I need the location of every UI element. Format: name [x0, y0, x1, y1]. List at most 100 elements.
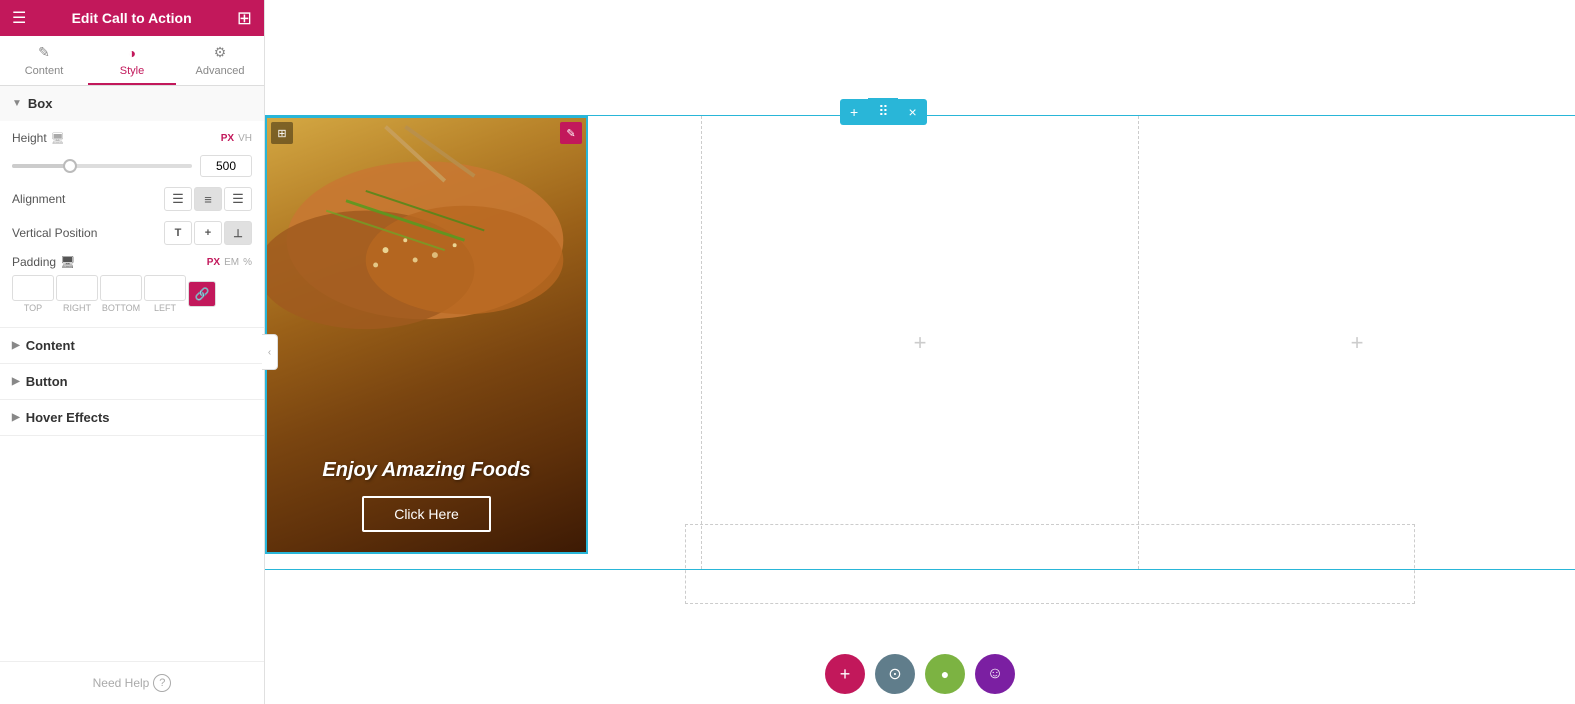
- box-section-content: Height 🖥 PX VH: [0, 121, 264, 327]
- box-section: ▼ Box Height 🖥 PX VH: [0, 86, 264, 328]
- padding-right-input[interactable]: [56, 275, 98, 301]
- food-title: Enjoy Amazing Foods: [322, 459, 530, 482]
- padding-left-input[interactable]: [144, 275, 186, 301]
- need-help: Need Help ?: [0, 661, 264, 704]
- vert-middle-btn[interactable]: +: [194, 221, 222, 245]
- align-left-btn[interactable]: ☰: [164, 187, 192, 211]
- add-fab[interactable]: +: [825, 654, 865, 694]
- hover-section-label: Hover Effects: [26, 410, 110, 425]
- padding-unit-em[interactable]: EM: [224, 257, 239, 268]
- height-slider-track[interactable]: [12, 164, 192, 168]
- box-section-header[interactable]: ▼ Box: [0, 86, 264, 121]
- close-widget-btn[interactable]: ×: [898, 99, 926, 125]
- canvas-area: + ⠿ ×: [265, 0, 1575, 704]
- content-section-header[interactable]: ▶ Content: [0, 328, 264, 363]
- card-drag-icon[interactable]: ⊞: [271, 122, 293, 144]
- tab-advanced[interactable]: ⚙ Advanced: [176, 36, 264, 85]
- unit-vh[interactable]: VH: [238, 133, 252, 144]
- add-widget-btn[interactable]: +: [840, 99, 868, 125]
- content-section-label: Content: [26, 338, 75, 353]
- padding-unit-px[interactable]: PX: [207, 257, 220, 268]
- left-panel: ☰ Edit Call to Action ⊞ ✎ Content ◑ Styl…: [0, 0, 265, 704]
- panel-content: ▼ Box Height 🖥 PX VH: [0, 86, 264, 661]
- padding-monitor-icon: 🖥: [60, 255, 75, 269]
- padding-inputs: TOP RIGHT BOTTOM LEFT 🔗: [12, 275, 252, 313]
- padding-top-wrap: TOP: [12, 275, 54, 313]
- monitor-icon: 🖥: [51, 132, 65, 145]
- layers-fab[interactable]: ⊙: [875, 654, 915, 694]
- hamburger-icon[interactable]: ☰: [12, 8, 26, 28]
- vert-top-btn[interactable]: T: [164, 221, 192, 245]
- padding-row: Padding 🖥 PX EM %: [12, 255, 252, 269]
- alignment-btn-group: ☰ ≡ ☰: [164, 187, 252, 211]
- height-label: Height 🖥: [12, 131, 221, 145]
- hover-effects-section: ▶ Hover Effects: [0, 400, 264, 436]
- height-units: PX VH: [221, 133, 252, 144]
- tab-advanced-label: Advanced: [196, 65, 245, 77]
- height-slider-thumb[interactable]: [63, 159, 77, 173]
- panel-header: ☰ Edit Call to Action ⊞: [0, 0, 264, 36]
- alignment-label: Alignment: [12, 192, 164, 206]
- food-cta-btn[interactable]: Click Here: [362, 496, 491, 532]
- button-collapse-arrow: ▶: [12, 376, 20, 387]
- content-collapse-arrow: ▶: [12, 340, 20, 351]
- padding-label: Padding 🖥: [12, 255, 207, 269]
- box-collapse-arrow: ▼: [12, 98, 22, 109]
- canvas-bottom-section: [685, 524, 1415, 604]
- tab-style-label: Style: [120, 65, 144, 77]
- button-section-label: Button: [26, 374, 68, 389]
- fab-group: + ⊙ ● ☺: [825, 654, 1015, 694]
- gear-icon: ⚙: [214, 44, 227, 61]
- padding-right-label: RIGHT: [63, 303, 91, 313]
- height-row: Height 🖥 PX VH: [12, 131, 252, 145]
- col1-plus: [593, 116, 643, 569]
- card-edit-icon[interactable]: ✎: [560, 122, 582, 144]
- align-center-btn[interactable]: ≡: [194, 187, 222, 211]
- box-section-label: Box: [28, 96, 53, 111]
- col3-add-icon[interactable]: +: [1351, 330, 1364, 356]
- food-illustration: [267, 118, 586, 422]
- food-card-bg: Enjoy Amazing Foods Click Here: [267, 118, 586, 552]
- panel-title: Edit Call to Action: [72, 10, 192, 26]
- padding-right-wrap: RIGHT: [56, 275, 98, 313]
- padding-bottom-wrap: BOTTOM: [100, 275, 142, 313]
- padding-bottom-label: BOTTOM: [102, 303, 140, 313]
- vertical-position-btn-group: T + ⊥: [164, 221, 252, 245]
- tab-content-label: Content: [25, 65, 64, 77]
- collapse-sidebar-btn[interactable]: ‹: [262, 334, 278, 370]
- padding-bottom-input[interactable]: [100, 275, 142, 301]
- grid-icon[interactable]: ⊞: [237, 8, 252, 29]
- height-slider-fill: [12, 164, 70, 168]
- food-card: Enjoy Amazing Foods Click Here ✎ ⊞: [265, 116, 588, 554]
- tab-style[interactable]: ◑ Style: [88, 36, 176, 85]
- hover-collapse-arrow: ▶: [12, 412, 20, 423]
- move-widget-btn[interactable]: ⠿: [868, 98, 898, 125]
- need-help-label: Need Help: [93, 676, 150, 690]
- padding-top-input[interactable]: [12, 275, 54, 301]
- style-icon: ◑: [128, 45, 136, 61]
- widget-toolbar: + ⠿ ×: [840, 98, 927, 125]
- help-fab[interactable]: ☺: [975, 654, 1015, 694]
- panel-tabs: ✎ Content ◑ Style ⚙ Advanced: [0, 36, 264, 86]
- padding-link-btn[interactable]: 🔗: [188, 281, 216, 307]
- button-section: ▶ Button: [0, 364, 264, 400]
- height-input[interactable]: [200, 155, 252, 177]
- help-icon[interactable]: ?: [153, 674, 171, 692]
- vert-bottom-btn[interactable]: ⊥: [224, 221, 252, 245]
- canvas-col-3[interactable]: +: [1139, 116, 1575, 569]
- padding-unit-pct[interactable]: %: [243, 257, 252, 268]
- alignment-row: Alignment ☰ ≡ ☰: [12, 187, 252, 211]
- col2-add-icon[interactable]: +: [914, 330, 927, 356]
- padding-left-wrap: LEFT: [144, 275, 186, 313]
- tab-content[interactable]: ✎ Content: [0, 36, 88, 85]
- vertical-position-row: Vertical Position T + ⊥: [12, 221, 252, 245]
- unit-px[interactable]: PX: [221, 133, 234, 144]
- button-section-header[interactable]: ▶ Button: [0, 364, 264, 399]
- height-slider-row: [12, 155, 252, 177]
- canvas-col-2[interactable]: +: [702, 116, 1139, 569]
- hover-effects-section-header[interactable]: ▶ Hover Effects: [0, 400, 264, 435]
- settings-fab[interactable]: ●: [925, 654, 965, 694]
- align-right-btn[interactable]: ☰: [224, 187, 252, 211]
- content-section: ▶ Content: [0, 328, 264, 364]
- padding-units: PX EM %: [207, 257, 252, 268]
